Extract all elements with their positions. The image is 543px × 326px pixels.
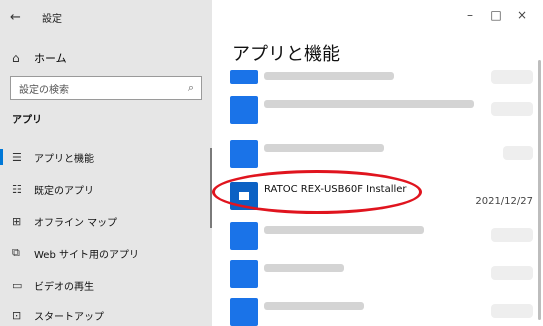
app-icon (230, 96, 258, 124)
list-icon: ☰ (12, 150, 22, 164)
sidebar-item-website-apps[interactable]: ⧉ Web サイト用のアプリ (0, 241, 212, 265)
blurred-text (264, 144, 384, 152)
maximize-button[interactable]: □ (486, 8, 506, 22)
search-placeholder: 設定の検索 (19, 84, 69, 96)
back-arrow-icon[interactable]: ← (10, 10, 32, 25)
blurred-meta (491, 266, 533, 280)
app-install-date: 2021/12/27 (475, 196, 533, 207)
close-button[interactable]: × (512, 8, 532, 22)
blurred-meta (491, 304, 533, 318)
blurred-text (264, 72, 394, 80)
sidebar-item-label: Web サイト用のアプリ (34, 249, 139, 261)
sidebar: ← 設定 ⌂ ホーム 設定の検索 ⌕ アプリ ☰ アプリと機能 ☷ 既定のアプリ… (0, 0, 212, 326)
app-icon (230, 70, 258, 84)
sidebar-item-label: スタートアップ (34, 311, 104, 323)
sidebar-item-offline-maps[interactable]: ⊞ オフライン マップ (0, 209, 212, 233)
list-item[interactable] (230, 140, 543, 170)
sidebar-item-label: 既定のアプリ (34, 185, 94, 197)
highlight-annotation (212, 170, 422, 214)
list-item[interactable] (230, 222, 543, 252)
video-icon: ▭ (12, 278, 23, 292)
startup-icon: ⊡ (12, 308, 22, 322)
default-apps-icon: ☷ (12, 182, 22, 196)
list-item[interactable] (230, 260, 543, 290)
blurred-text (264, 302, 364, 310)
home-icon: ⌂ (12, 51, 20, 65)
search-icon[interactable]: ⌕ (188, 81, 194, 95)
website-icon: ⧉ (12, 246, 20, 259)
blurred-meta (503, 146, 533, 160)
blurred-text (264, 264, 344, 272)
list-item[interactable] (230, 298, 543, 326)
blurred-meta (491, 228, 533, 242)
sidebar-item-label: アプリと機能 (34, 153, 94, 165)
sidebar-item-startup[interactable]: ⊡ スタートアップ (0, 303, 212, 326)
sidebar-item-apps-features[interactable]: ☰ アプリと機能 (0, 145, 212, 169)
sidebar-item-default-apps[interactable]: ☷ 既定のアプリ (0, 177, 212, 201)
blurred-meta (491, 70, 533, 84)
title-bar: ← 設定 (0, 0, 212, 34)
section-title: アプリ (12, 115, 42, 126)
main-scrollbar[interactable] (538, 60, 541, 320)
app-icon (230, 298, 258, 326)
app-icon (230, 222, 258, 250)
home-link[interactable]: ⌂ ホーム (0, 46, 212, 70)
app-icon (230, 140, 258, 168)
blurred-meta (491, 102, 533, 116)
page-title: アプリと機能 (232, 44, 340, 65)
list-item[interactable] (230, 96, 543, 126)
minimize-button[interactable]: – (460, 8, 480, 22)
sidebar-item-label: ビデオの再生 (34, 281, 94, 293)
map-icon: ⊞ (12, 214, 22, 228)
sidebar-item-video-playback[interactable]: ▭ ビデオの再生 (0, 273, 212, 297)
blurred-text (264, 100, 474, 108)
sidebar-item-label: オフライン マップ (34, 217, 118, 229)
sidebar-scrollbar[interactable] (210, 148, 212, 228)
active-indicator (0, 149, 3, 165)
home-label: ホーム (34, 52, 67, 65)
window-title: 設定 (42, 13, 62, 25)
app-icon (230, 260, 258, 288)
blurred-text (264, 226, 424, 234)
search-input[interactable]: 設定の検索 ⌕ (10, 76, 202, 100)
